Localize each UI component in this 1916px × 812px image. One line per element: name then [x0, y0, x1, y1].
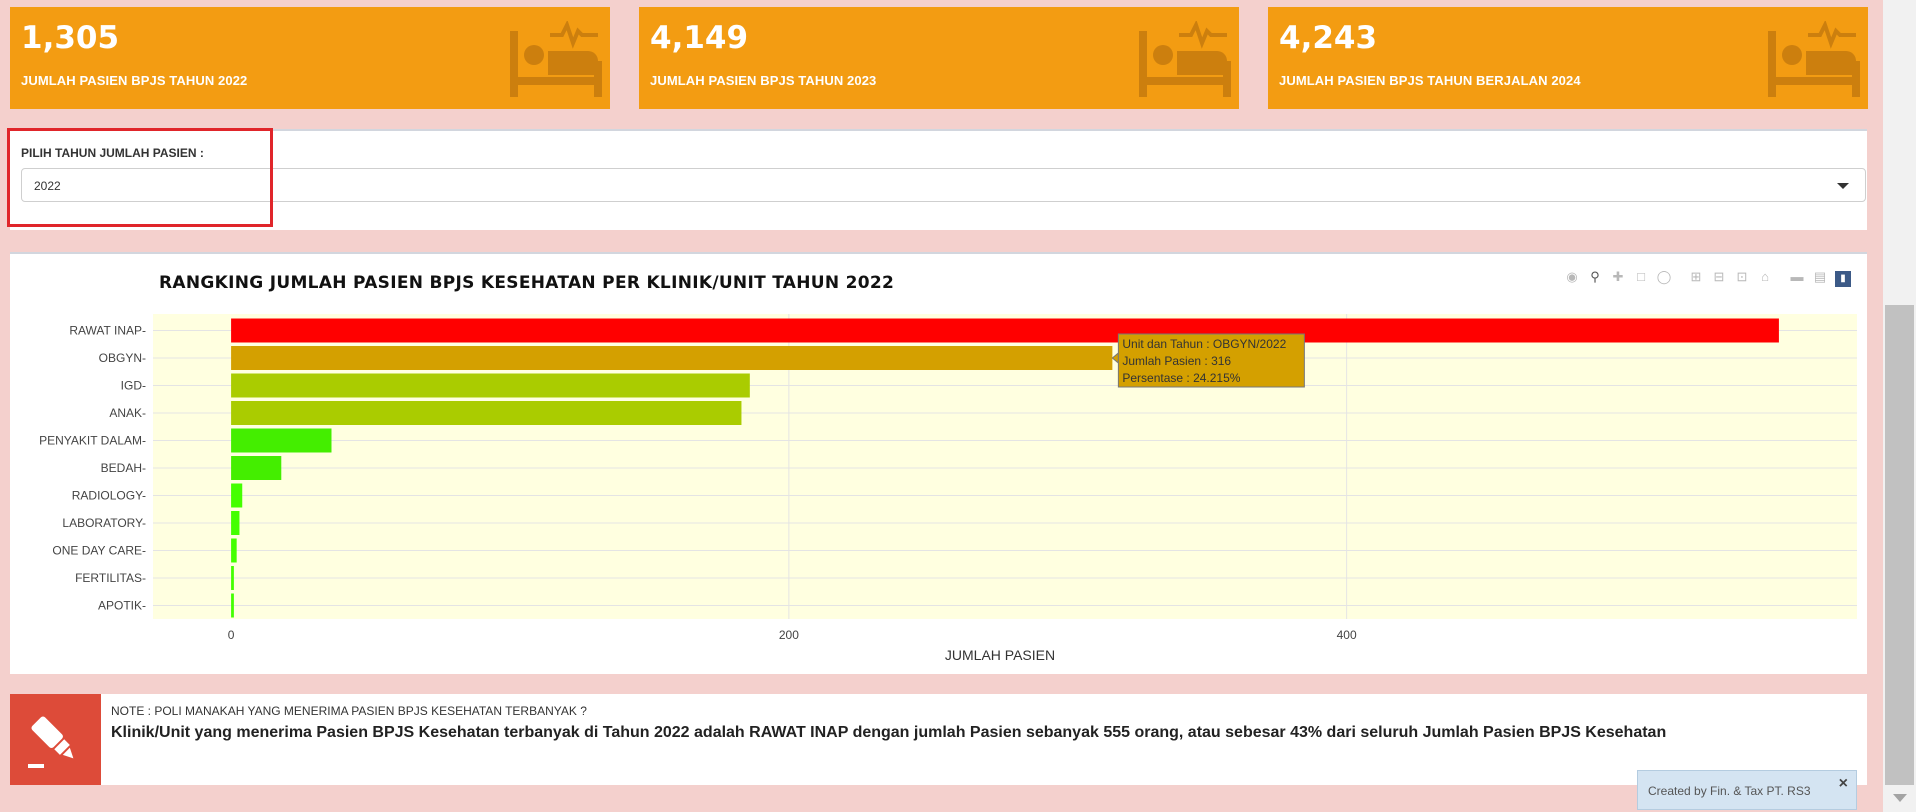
bar-laboratory[interactable] [231, 511, 240, 535]
y-tick-label: OBGYN- [99, 351, 146, 365]
box-select-icon[interactable]: □ [1633, 269, 1649, 285]
value-box-2022: 1,305 JUMLAH PASIEN BPJS TAHUN 2022 [10, 7, 610, 109]
hover-tooltip: Unit dan Tahun : OBGYN/2022 Jumlah Pasien… [1111, 333, 1305, 388]
chart-card: RAWAT INAP- OBGYN- IGD- ANAK- PENYAKIT DALAM… [10, 252, 1867, 674]
bar-anak[interactable] [231, 401, 742, 425]
note-icon-container [10, 694, 101, 785]
autoscale-icon[interactable]: ⊡ [1734, 269, 1750, 285]
y-tick-label: IGD- [121, 379, 146, 393]
x-axis-ticks: 0 200 400 [228, 628, 1357, 642]
bar-chart[interactable]: RAWAT INAP- OBGYN- IGD- ANAK- PENYAKIT DALAM… [10, 254, 1867, 674]
y-tick-label: APOTIK- [98, 599, 146, 613]
bar-fertilitas[interactable] [231, 566, 234, 590]
x-tick-label: 200 [779, 628, 799, 642]
bar-igd[interactable] [231, 373, 750, 398]
y-tick-label: BEDAH- [101, 461, 146, 475]
x-tick-label: 400 [1337, 628, 1357, 642]
bed-pulse-icon [1768, 21, 1860, 97]
y-tick-label: LABORATORY- [62, 516, 146, 530]
annotation-highlight-box [7, 128, 273, 227]
reset-axes-icon[interactable]: ⌂ [1757, 269, 1773, 285]
bar-obgyn[interactable] [231, 346, 1113, 370]
zoom-icon[interactable]: ⚲ [1587, 269, 1603, 285]
y-tick-label: RADIOLOGY- [72, 489, 146, 503]
bed-pulse-icon [1139, 21, 1231, 97]
compare-hover-icon[interactable]: ▤ [1812, 269, 1828, 285]
y-tick-label: ANAK- [109, 406, 146, 420]
chart-title: RANGKING JUMLAH PASIEN BPJS KESEHATAN PE… [159, 273, 895, 293]
camera-icon[interactable]: ◉ [1564, 269, 1580, 285]
close-icon[interactable]: × [1839, 775, 1848, 793]
bed-pulse-icon [510, 21, 602, 97]
tooltip-line: Jumlah Pasien : 316 [1122, 354, 1231, 368]
value-box-2023: 4,149 JUMLAH PASIEN BPJS TAHUN 2023 [639, 7, 1239, 109]
pan-icon[interactable]: ✚ [1610, 269, 1626, 285]
bar-radiology[interactable] [231, 483, 243, 508]
credit-toast: Created by Fin. & Tax PT. RS3 × [1637, 770, 1857, 810]
y-tick-label: ONE DAY CARE- [52, 544, 146, 558]
spike-lines-icon[interactable]: ▬ [1789, 269, 1805, 285]
y-tick-label: PENYAKIT DALAM- [39, 434, 146, 448]
y-tick-label: RAWAT INAP- [69, 324, 146, 338]
toast-text: Created by Fin. & Tax PT. RS3 [1648, 784, 1811, 798]
plotly-logo-icon[interactable]: ▮ [1835, 271, 1851, 287]
scrollbar-thumb[interactable] [1885, 305, 1914, 785]
zoom-in-icon[interactable]: ⊞ [1688, 269, 1704, 285]
scroll-down-arrow-icon[interactable] [1893, 794, 1907, 802]
note-info-box: NOTE : POLI MANAKAH YANG MENERIMA PASIEN… [10, 694, 1867, 785]
value-box-2024: 4,243 JUMLAH PASIEN BPJS TAHUN BERJALAN … [1268, 7, 1868, 109]
bar-bedah[interactable] [231, 456, 282, 480]
note-answer: Klinik/Unit yang menerima Pasien BPJS Ke… [111, 724, 1667, 741]
year-select-card: PILIH TAHUN JUMLAH PASIEN : 2022 [10, 129, 1867, 230]
chevron-down-icon[interactable] [1837, 183, 1849, 189]
highlighter-icon [28, 716, 74, 768]
bar-rawat-inap[interactable] [231, 318, 1779, 343]
lasso-icon[interactable]: ◯ [1656, 269, 1672, 285]
note-question: NOTE : POLI MANAKAH YANG MENERIMA PASIEN… [111, 704, 587, 718]
x-axis-title: JUMLAH PASIEN [945, 647, 1055, 663]
x-tick-label: 0 [228, 628, 235, 642]
bar-one-day-care[interactable] [231, 538, 237, 563]
page-scrollbar[interactable] [1883, 0, 1916, 812]
bar-apotik[interactable] [231, 593, 234, 618]
bar-penyakit-dalam[interactable] [231, 428, 332, 453]
year-select-dropdown[interactable]: 2022 [21, 168, 1866, 202]
tooltip-line: Unit dan Tahun : OBGYN/2022 [1122, 337, 1286, 351]
y-axis-labels: RAWAT INAP- OBGYN- IGD- ANAK- PENYAKIT DALAM… [39, 324, 146, 613]
zoom-out-icon[interactable]: ⊟ [1711, 269, 1727, 285]
y-tick-label: FERTILITAS- [75, 571, 146, 585]
tooltip-line: Persentase : 24.215% [1122, 371, 1240, 385]
chart-modebar: ◉ ⚲ ✚ □ ◯ ⊞ ⊟ ⊡ ⌂ ▬ ▤ ▮ [1557, 268, 1851, 288]
